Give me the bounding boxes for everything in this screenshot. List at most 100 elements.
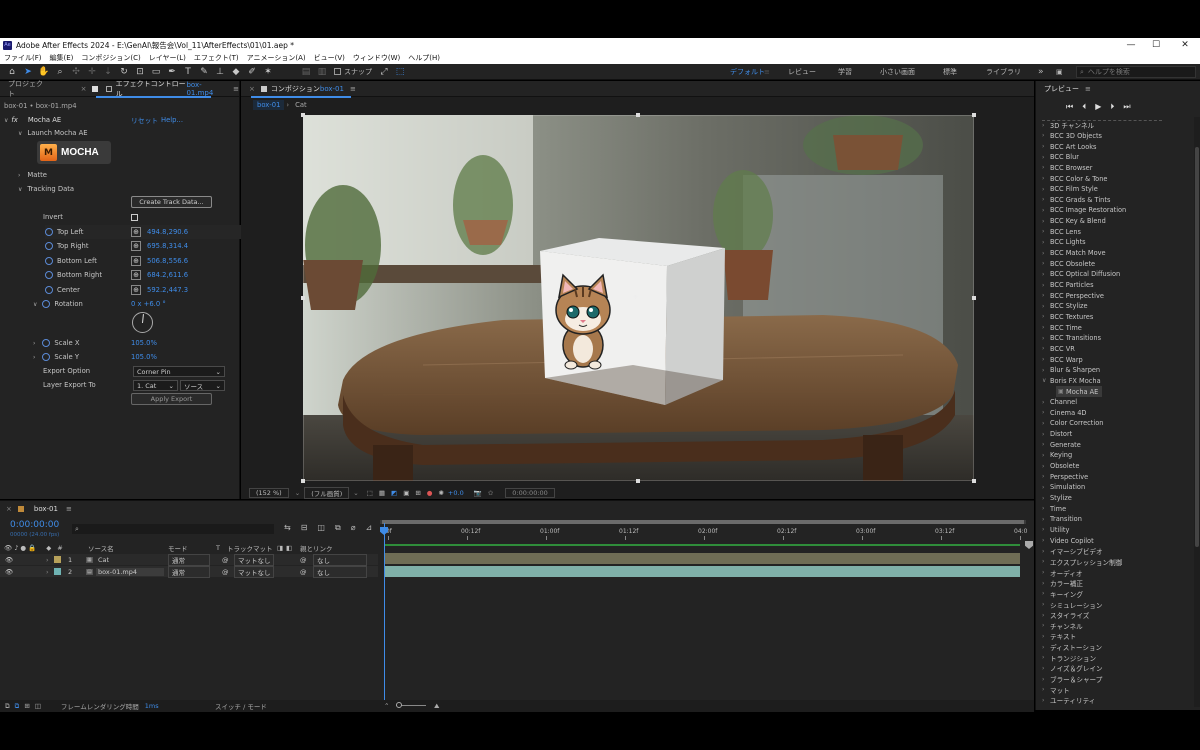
menu-file[interactable]: ファイル(F)	[4, 53, 42, 63]
tab-close-icon[interactable]: ×	[81, 85, 87, 93]
effect-category[interactable]: › スタイライズ	[1042, 610, 1089, 621]
effect-category[interactable]: › BCC Time	[1042, 322, 1082, 333]
param-value[interactable]: 506.8,556.6	[147, 257, 188, 265]
breadcrumb-layer[interactable]: Cat	[295, 101, 307, 109]
effect-category[interactable]: › カラー補正	[1042, 578, 1083, 589]
rotate-tool-icon[interactable]: ↻	[116, 64, 132, 80]
transform-handle[interactable]	[636, 479, 640, 483]
effect-category[interactable]: › BCC Stylize	[1042, 301, 1088, 312]
stopwatch-icon[interactable]	[42, 339, 51, 347]
transform-handle[interactable]	[972, 296, 976, 300]
param-value[interactable]: 494.8,290.6	[147, 228, 188, 236]
draft-3d-icon[interactable]: ⊿	[366, 523, 373, 533]
chevron-right-icon[interactable]: ›	[18, 172, 20, 179]
scrollbar-thumb[interactable]	[1195, 147, 1199, 547]
chevron-down-icon[interactable]: ∨	[33, 301, 37, 308]
pen-tool-icon[interactable]: ✒	[164, 64, 180, 80]
scale-y-value[interactable]: 105.0%	[131, 353, 157, 361]
stopwatch-icon[interactable]	[42, 300, 51, 308]
layer-mode-select[interactable]: 通常	[168, 553, 210, 566]
effect-category[interactable]: › チャンネル	[1042, 621, 1083, 632]
workspace-default[interactable]: デフォルト	[730, 64, 765, 80]
layer-export-select[interactable]: 1. Cat ⌄	[133, 380, 178, 391]
chevron-right-icon[interactable]: ›	[33, 354, 35, 361]
menu-edit[interactable]: 編集(E)	[50, 53, 74, 63]
play-icon[interactable]: ▶	[1095, 102, 1101, 112]
home-icon[interactable]: ⌂	[4, 64, 20, 80]
expand-icon[interactable]: ⧉	[15, 702, 20, 711]
eraser-tool-icon[interactable]: ◆	[228, 64, 244, 80]
stopwatch-icon[interactable]	[45, 257, 53, 265]
effect-category[interactable]: › Channel	[1042, 397, 1077, 408]
crosshair-icon[interactable]: ⊕	[131, 270, 141, 280]
transform-handle[interactable]	[301, 113, 305, 117]
previous-frame-icon[interactable]: ⏴	[1082, 102, 1086, 112]
timeline-tab-label[interactable]: box-01	[34, 505, 58, 513]
crosshair-icon[interactable]: ⊕	[131, 256, 141, 266]
reset-link[interactable]: リセット	[131, 115, 158, 125]
orbit-tool-icon[interactable]: ✣	[68, 64, 84, 80]
effect-category[interactable]: › マット	[1042, 684, 1070, 695]
tab-effect-layer[interactable]: box-01.mp4	[186, 81, 225, 97]
help-link[interactable]: Help...	[161, 116, 183, 124]
effect-category[interactable]: › BCC Blur	[1042, 152, 1079, 163]
effect-category[interactable]: › BCC VR	[1042, 344, 1075, 355]
dolly-tool-icon[interactable]: ⇣	[100, 64, 116, 80]
effect-category[interactable]: › BCC Obsolete	[1042, 258, 1095, 269]
param-value[interactable]: 695.8,314.4	[147, 242, 188, 250]
audio-icon[interactable]: ♪	[14, 544, 18, 552]
eye-icon[interactable]: 👁	[5, 568, 13, 576]
col-mode[interactable]: モード	[168, 543, 188, 553]
maximize-button[interactable]: ☐	[1141, 38, 1171, 52]
transform-handle[interactable]	[972, 113, 976, 117]
breadcrumb-comp[interactable]: box-01	[253, 100, 285, 110]
resolution-select[interactable]: (フル画質)	[304, 487, 350, 499]
toggle-switches-modes[interactable]: スイッチ / モード	[215, 701, 267, 711]
effect-category[interactable]: › BCC Image Restoration	[1042, 205, 1126, 216]
scale-x-value[interactable]: 105.0%	[131, 339, 157, 347]
transform-handle[interactable]	[972, 479, 976, 483]
work-area-range[interactable]	[382, 520, 1024, 524]
shy-icon[interactable]: ⇆	[284, 523, 291, 533]
chevron-right-icon[interactable]: ›	[46, 556, 49, 564]
rotation-value[interactable]: 0 x +6.0 °	[131, 300, 166, 308]
pickwhip-icon[interactable]: @	[300, 556, 307, 564]
effect-category[interactable]: › エクスプレッション制御	[1042, 557, 1122, 568]
zoom-slider-thumb[interactable]	[396, 702, 402, 708]
layer-row[interactable]: 👁 › 2 ▤ box-01.mp4 通常 @ マットなし @ なし	[0, 565, 378, 578]
last-frame-icon[interactable]: ⏭	[1123, 102, 1130, 112]
effect-category[interactable]: › BCC Color & Tone	[1042, 173, 1107, 184]
invert-checkbox[interactable]	[131, 213, 138, 221]
chevron-down-icon[interactable]: ∨	[18, 130, 22, 137]
col-trackmatte[interactable]: トラックマット	[227, 543, 273, 553]
layer-switches-icon[interactable]: ⊞	[24, 702, 29, 710]
workspace-libraries[interactable]: ライブラリ	[986, 64, 1021, 80]
effects-scrollbar[interactable]	[1194, 117, 1200, 707]
lock-icon[interactable]	[92, 85, 98, 92]
effect-category[interactable]: › BCC Browser	[1042, 163, 1092, 174]
first-frame-icon[interactable]: ⏮	[1066, 102, 1073, 112]
effect-category[interactable]: › 3D チャンネル	[1042, 120, 1094, 131]
layer-bar-box[interactable]	[384, 566, 1020, 577]
pickwhip-icon[interactable]: @	[222, 568, 229, 576]
exposure-value[interactable]: +0.0	[448, 489, 464, 497]
type-tool-icon[interactable]: T	[180, 64, 196, 80]
stopwatch-icon[interactable]	[45, 271, 53, 279]
workspace-overflow-icon[interactable]: »	[1038, 64, 1044, 80]
effect-category[interactable]: › Time	[1042, 503, 1066, 514]
panel-menu-icon[interactable]: ≡	[1085, 85, 1091, 93]
next-frame-icon[interactable]: ⏵	[1110, 102, 1114, 112]
zoom-tool-icon[interactable]: ⌕	[52, 64, 68, 80]
align-icon[interactable]: ▤	[298, 64, 314, 80]
mask-visibility-icon[interactable]: ◩	[391, 489, 397, 497]
effect-category[interactable]: › BCC Optical Diffusion	[1042, 269, 1120, 280]
zoom-out-icon[interactable]: ⌃	[384, 702, 389, 710]
effect-preset-item[interactable]: ▣ Mocha AE	[1056, 386, 1103, 397]
panel-menu-icon[interactable]: ≡	[233, 85, 239, 93]
chevron-right-icon[interactable]: ›	[33, 340, 35, 347]
effect-category[interactable]: › Blur & Sharpen	[1042, 365, 1100, 376]
workspace-standard[interactable]: 標準	[943, 64, 957, 80]
layer-label-color[interactable]	[54, 568, 61, 575]
effect-category[interactable]: › トランジション	[1042, 653, 1096, 664]
work-area-end-handle[interactable]	[1025, 541, 1033, 549]
